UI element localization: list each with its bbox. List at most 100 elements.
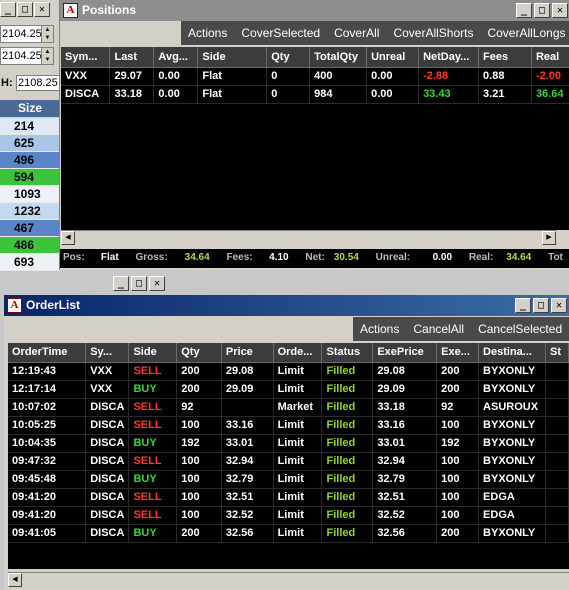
orderlist-row[interactable]: 09:47:32 DISCA SELL 100 32.94 Limit Filled 32.9… <box>8 452 569 471</box>
positions-column-header[interactable]: TotalQty <box>309 47 368 68</box>
minimized-window-controls: _ □ ✕ <box>113 276 165 291</box>
orderlist-row[interactable]: 12:19:43 VXX SELL 200 29.08 Limit Filled 29.08 2… <box>8 362 569 381</box>
mid-minimize-button[interactable]: _ <box>113 276 129 291</box>
price-spinner-top[interactable]: 2104.25 ▲ ▼ <box>0 25 54 43</box>
orderlist-cell-type: Limit <box>273 380 323 399</box>
orderlist-horizontal-scrollbar[interactable]: ◀ <box>8 572 569 587</box>
positions-column-header[interactable]: Avg... <box>153 47 199 68</box>
orderlist-row[interactable]: 09:45:48 DISCA BUY 100 32.79 Limit Filled 32.79… <box>8 470 569 489</box>
orderlist-column-header[interactable]: Qty <box>176 343 222 363</box>
orderlist-column-header[interactable]: Price <box>221 343 274 363</box>
scroll-right-arrow-icon[interactable]: ▶ <box>542 231 556 245</box>
orderlist-menu-item[interactable]: Actions <box>353 317 406 341</box>
positions-cell-netday: -2.88 <box>418 67 480 86</box>
scroll-left-arrow-icon[interactable]: ◀ <box>8 573 22 587</box>
positions-column-header[interactable]: NetDay... <box>418 47 480 68</box>
orderlist-cell-side: SELL <box>128 362 178 381</box>
orderlist-cell-side: SELL <box>128 488 178 507</box>
orderlist-row[interactable]: 09:41:20 DISCA SELL 100 32.51 Limit Filled 32.5… <box>8 488 569 507</box>
orderlist-cell-price: 32.94 <box>221 452 274 471</box>
scroll-left-arrow-icon[interactable]: ◀ <box>61 231 75 245</box>
orderlist-row[interactable]: 09:41:05 DISCA BUY 200 32.56 Limit Filled 32.56… <box>8 524 569 543</box>
orderlist-close-button[interactable]: ✕ <box>551 298 567 313</box>
positions-titlebar[interactable]: A Positions _ □ ✕ <box>60 0 569 21</box>
orderlist-cell-type: Limit <box>273 416 323 435</box>
orderlist-row[interactable]: 09:41:20 DISCA SELL 100 32.52 Limit Filled 32.5… <box>8 506 569 525</box>
orderlist-column-header[interactable]: ExePrice <box>372 343 438 363</box>
positions-menu-item[interactable]: CoverAllShorts <box>386 21 480 45</box>
orderlist-cell-exeprice: 32.51 <box>372 488 438 507</box>
positions-menu-item[interactable]: CoverAll <box>327 21 386 45</box>
high-price-row: H: 2108.25 <box>0 74 60 92</box>
spinner-arrows-icon[interactable]: ▲ ▼ <box>41 48 53 64</box>
positions-menu-item[interactable]: CoverSelected <box>234 21 327 45</box>
orderlist-column-header[interactable]: St <box>545 343 569 363</box>
positions-column-header[interactable]: Fees <box>478 47 532 68</box>
positions-cell-qty: 0 <box>266 85 311 104</box>
positions-maximize-button[interactable]: □ <box>534 3 550 18</box>
positions-column-header[interactable]: Qty <box>266 47 311 68</box>
ladder-close-button[interactable]: ✕ <box>34 2 50 17</box>
positions-column-header[interactable]: Side <box>197 47 268 68</box>
orderlist-cell-time: 09:45:48 <box>8 470 87 489</box>
orderlist-column-header[interactable]: Sy... <box>85 343 130 363</box>
mid-maximize-button[interactable]: □ <box>131 276 147 291</box>
orderlist-cell-qty: 100 <box>176 506 222 525</box>
orderlist-column-header[interactable]: OrderTime <box>8 343 87 363</box>
status-unreal-label: Unreal: <box>375 252 411 263</box>
orderlist-row[interactable]: 10:04:35 DISCA BUY 192 33.01 Limit Filled 33.01… <box>8 434 569 453</box>
size-cell[interactable]: 1093 <box>0 186 60 203</box>
size-column-header[interactable]: Size <box>0 100 60 117</box>
ladder-maximize-button[interactable]: □ <box>17 2 33 17</box>
orderlist-cell-qty: 100 <box>176 470 222 489</box>
positions-column-header[interactable]: Sym... <box>61 47 111 68</box>
positions-row[interactable]: VXX 29.07 0.00 Flat 0 400 0.00 -2.88 0.88 -2.00 <box>61 67 569 86</box>
orderlist-row[interactable]: 10:07:02 DISCA SELL 92 Market Filled 33.18 92 AS… <box>8 398 569 417</box>
orderlist-column-header[interactable]: Exe... <box>436 343 480 363</box>
size-cell[interactable]: 625 <box>0 135 60 152</box>
orderlist-titlebar[interactable]: A OrderList _ □ ✕ <box>4 295 569 316</box>
positions-horizontal-scrollbar[interactable]: ◀ ▶ <box>61 230 556 245</box>
size-cell[interactable]: 1232 <box>0 203 60 220</box>
orderlist-minimize-button[interactable]: _ <box>515 298 531 313</box>
size-cell[interactable]: 486 <box>0 237 60 254</box>
positions-row[interactable]: DISCA 33.18 0.00 Flat 0 984 0.00 33.43 3.21 36.64 <box>61 85 569 104</box>
price-spinner-bottom[interactable]: 2104.25 ▲ ▼ <box>0 47 54 65</box>
size-cell[interactable]: 467 <box>0 220 60 237</box>
orderlist-row[interactable]: 12:17:14 VXX BUY 200 29.09 Limit Filled 29.09 20… <box>8 380 569 399</box>
size-cell[interactable]: 594 <box>0 169 60 186</box>
positions-cell-avg: 0.00 <box>153 67 199 86</box>
spinner-arrows-icon[interactable]: ▲ ▼ <box>41 26 53 42</box>
size-cell[interactable]: 214 <box>0 118 60 135</box>
high-value-field[interactable]: 2108.25 <box>16 75 60 91</box>
size-cell[interactable]: 496 <box>0 152 60 169</box>
positions-column-header[interactable]: Last <box>109 47 155 68</box>
orderlist-cell-sym: DISCA <box>85 470 130 489</box>
positions-minimize-button[interactable]: _ <box>516 3 532 18</box>
orderlist-cell-dest: BYXONLY <box>478 362 546 381</box>
orderlist-column-header[interactable]: Status <box>321 343 374 363</box>
orderlist-column-header[interactable]: Orde... <box>273 343 323 363</box>
orderlist-cell-st <box>545 452 569 471</box>
orderlist-cell-side: SELL <box>128 452 178 471</box>
orderlist-cell-type: Limit <box>273 362 323 381</box>
positions-column-header[interactable]: Real <box>531 47 569 68</box>
size-cell[interactable]: 693 <box>0 254 60 271</box>
orderlist-row[interactable]: 10:05:25 DISCA SELL 100 33.16 Limit Filled 33.1… <box>8 416 569 435</box>
positions-column-header[interactable]: Unreal <box>366 47 420 68</box>
positions-cell-avg: 0.00 <box>153 85 199 104</box>
orderlist-cell-status: Filled <box>321 380 374 399</box>
positions-menu-item[interactable]: CoverAllLongs <box>480 21 569 45</box>
status-gross-label: Gross: <box>135 252 168 263</box>
orderlist-column-header[interactable]: Side <box>128 343 178 363</box>
orderlist-menu-item[interactable]: CancelSelected <box>471 317 569 341</box>
orderlist-maximize-button[interactable]: □ <box>533 298 549 313</box>
positions-cell-unreal: 0.00 <box>366 67 420 86</box>
mid-close-button[interactable]: ✕ <box>149 276 165 291</box>
positions-close-button[interactable]: ✕ <box>552 3 568 18</box>
status-unreal-value: 0.00 <box>432 252 453 263</box>
orderlist-column-header[interactable]: Destina... <box>478 343 546 363</box>
positions-menu-item[interactable]: Actions <box>181 21 234 45</box>
orderlist-menu-item[interactable]: CancelAll <box>406 317 471 341</box>
ladder-minimize-button[interactable]: _ <box>0 2 16 17</box>
